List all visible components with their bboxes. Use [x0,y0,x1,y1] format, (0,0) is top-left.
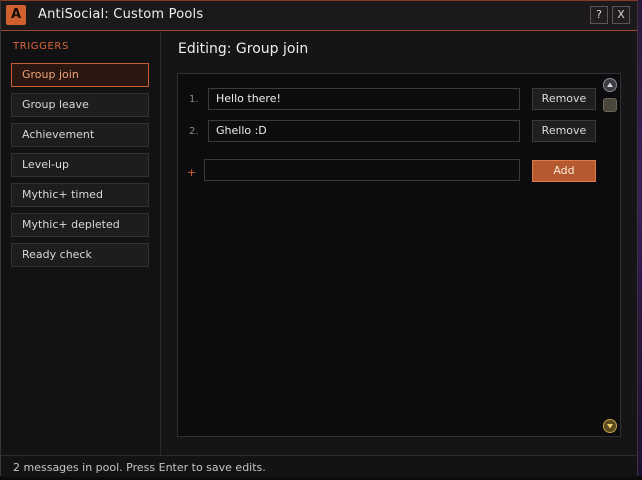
window-title: AntiSocial: Custom Pools [38,7,204,22]
row-index-1: 1. [189,94,199,105]
remove-button-2[interactable]: Remove [532,120,596,142]
sidebar-item-group-join[interactable]: Group join [11,63,149,87]
add-button[interactable]: Add [532,160,596,182]
help-button[interactable]: ? [590,6,608,24]
sidebar-item-achievement[interactable]: Achievement [11,123,149,147]
scroll-up-icon[interactable] [603,78,617,92]
scrollbar-thumb[interactable] [603,98,617,112]
app-logo-icon: A [6,5,26,25]
sidebar-item-mythic-depleted[interactable]: Mythic+ depleted [11,213,149,237]
message-input-1[interactable]: Hello there! [208,88,520,110]
title-bar[interactable]: A AntiSocial: Custom Pools ? X [1,1,637,31]
row-index-2: 2. [189,126,199,137]
arrow-up-icon [607,82,613,87]
page-title: Editing: Group join [178,41,309,57]
sidebar-item-mythic-timed[interactable]: Mythic+ timed [11,183,149,207]
sidebar-item-group-leave[interactable]: Group leave [11,93,149,117]
remove-button-1[interactable]: Remove [532,88,596,110]
app-window: A AntiSocial: Custom Pools ? X TRIGGERS … [0,0,638,477]
sidebar-heading: TRIGGERS [13,41,69,52]
status-bar: 2 messages in pool. Press Enter to save … [1,455,637,477]
new-message-input[interactable] [204,159,520,181]
scroll-down-icon[interactable] [603,419,617,433]
arrow-down-icon [607,424,613,429]
new-entry-marker: + [187,166,197,179]
message-input-2[interactable]: Ghello :D [208,120,520,142]
sidebar-item-ready-check[interactable]: Ready check [11,243,149,267]
close-button[interactable]: X [612,6,630,24]
sidebar: TRIGGERS Group join Group leave Achievem… [1,31,161,455]
background-edge [638,0,642,476]
sidebar-item-level-up[interactable]: Level-up [11,153,149,177]
